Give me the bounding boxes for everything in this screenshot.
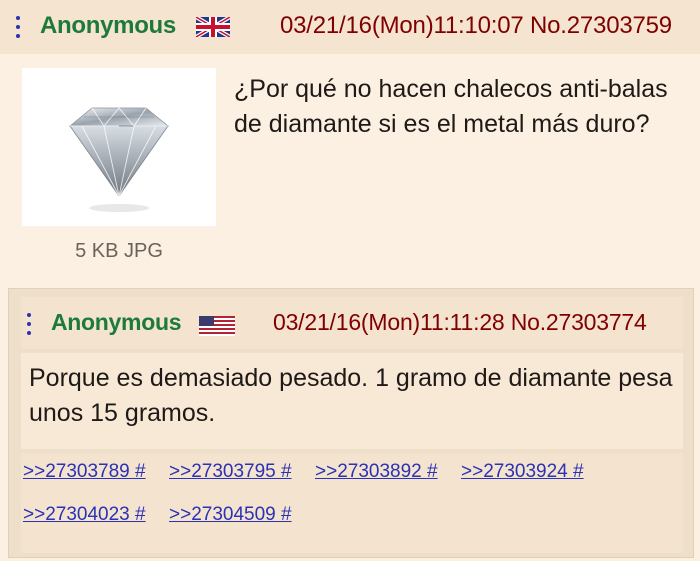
- backlink[interactable]: >>27303924 #: [461, 461, 584, 483]
- uk-flag-icon: [196, 17, 230, 37]
- reply-header: Anonymous 03/21/16(Mon)11:11:28 No.27303…: [21, 297, 683, 349]
- op-comment: ¿Por qué no hacen chalecos anti-balas de…: [234, 75, 668, 138]
- us-flag-icon: [199, 316, 235, 336]
- op-header: Anonymous 03/21/16(Mon)11:10:07 No.27303…: [0, 0, 700, 54]
- op-poster-name: Anonymous: [40, 12, 176, 39]
- diamond-image: [68, 107, 170, 212]
- backlink[interactable]: >>27303892 #: [315, 461, 438, 483]
- reply-comment-box: Porque es demasiado pesado. 1 gramo de d…: [21, 353, 683, 449]
- op-thumbnail[interactable]: [22, 68, 216, 226]
- reply-comment: Porque es demasiado pesado. 1 gramo de d…: [29, 364, 673, 427]
- backlink[interactable]: >>27303795 #: [169, 461, 292, 483]
- post-menu-icon[interactable]: [27, 313, 33, 335]
- reply-backlinks: >>27303789 # >>27303795 # >>27303892 # >…: [21, 453, 683, 553]
- post-menu-icon[interactable]: [16, 16, 22, 38]
- op-post-meta[interactable]: 03/21/16(Mon)11:10:07 No.27303759: [280, 12, 672, 40]
- backlink[interactable]: >>27304023 #: [23, 504, 146, 526]
- reply-post: Anonymous 03/21/16(Mon)11:11:28 No.27303…: [8, 288, 694, 558]
- reply-poster-name: Anonymous: [51, 309, 182, 335]
- backlink[interactable]: >>27303789 #: [23, 461, 146, 483]
- reply-post-meta[interactable]: 03/21/16(Mon)11:11:28 No.27303774: [273, 309, 647, 336]
- op-file-info: 5 KB JPG: [75, 240, 163, 262]
- backlink[interactable]: >>27304509 #: [169, 504, 292, 526]
